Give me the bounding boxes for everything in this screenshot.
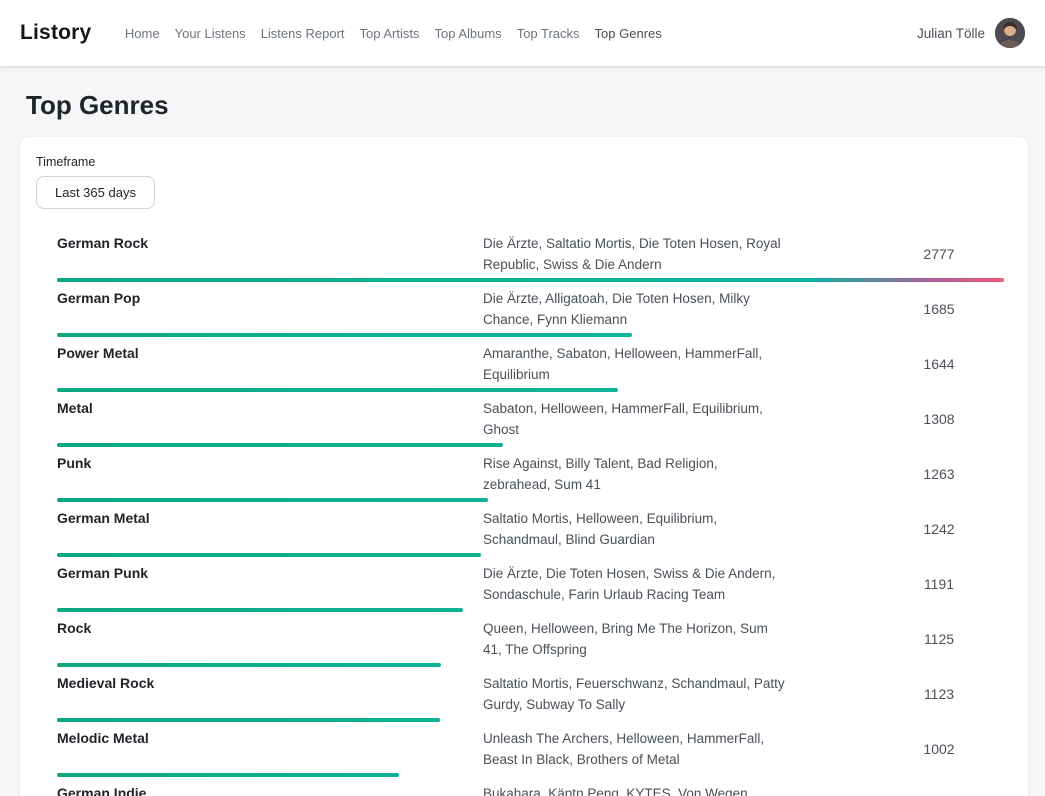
nav-item-top-tracks[interactable]: Top Tracks xyxy=(509,20,587,47)
genre-name: Rock xyxy=(57,617,483,636)
app-logo[interactable]: Listory xyxy=(20,21,91,45)
genre-count: 1685 xyxy=(874,301,1004,317)
genre-count: 1308 xyxy=(874,411,1004,427)
nav-item-top-genres[interactable]: Top Genres xyxy=(587,20,669,47)
genre-artists: Sabaton, Helloween, HammerFall, Equilibr… xyxy=(483,397,786,440)
genre-name: German Indie xyxy=(57,782,483,796)
genre-artists: Die Ärzte, Die Toten Hosen, Swiss & Die … xyxy=(483,562,786,605)
genre-row: Medieval Rock Saltatio Mortis, Feuerschw… xyxy=(57,667,1004,722)
timeframe-value: Last 365 days xyxy=(55,185,136,200)
genre-count: 1123 xyxy=(874,686,1004,702)
genre-row: German Punk Die Ärzte, Die Toten Hosen, … xyxy=(57,557,1004,612)
genre-name: Medieval Rock xyxy=(57,672,483,691)
nav-item-home[interactable]: Home xyxy=(117,20,167,47)
genre-name: Melodic Metal xyxy=(57,727,483,746)
main-nav: Home Your Listens Listens Report Top Art… xyxy=(117,20,669,47)
genre-list: German Rock Die Ärzte, Saltatio Mortis, … xyxy=(57,227,1004,796)
genre-name: German Pop xyxy=(57,287,483,306)
nav-item-top-artists[interactable]: Top Artists xyxy=(352,20,427,47)
nav-item-top-albums[interactable]: Top Albums xyxy=(427,20,509,47)
genre-count: 2777 xyxy=(874,246,1004,262)
genre-count: 1002 xyxy=(874,741,1004,757)
user-avatar-image xyxy=(995,18,1025,48)
navbar: Listory Home Your Listens Listens Report… xyxy=(0,0,1045,66)
genre-row: German Indie Bukahara, Käptn Peng, KYTES… xyxy=(57,777,1004,796)
nav-item-your-listens[interactable]: Your Listens xyxy=(167,20,253,47)
genre-row: Punk Rise Against, Billy Talent, Bad Rel… xyxy=(57,447,1004,502)
genre-name: German Punk xyxy=(57,562,483,581)
genre-name: German Rock xyxy=(57,232,483,251)
genre-count: 1242 xyxy=(874,521,1004,537)
genre-count: 1125 xyxy=(874,631,1004,647)
genre-name: German Metal xyxy=(57,507,483,526)
genre-row: Metal Sabaton, Helloween, HammerFall, Eq… xyxy=(57,392,1004,447)
user-name[interactable]: Julian Tölle xyxy=(917,26,985,41)
user-avatar[interactable] xyxy=(995,18,1025,48)
timeframe-label: Timeframe xyxy=(36,155,1004,169)
genre-artists: Saltatio Mortis, Feuerschwanz, Schandmau… xyxy=(483,672,786,715)
user-area: Julian Tölle xyxy=(917,18,1025,48)
genre-artists: Die Ärzte, Alligatoah, Die Toten Hosen, … xyxy=(483,287,786,330)
genre-artists: Bukahara, Käptn Peng, KYTES, Von Wegen L… xyxy=(483,782,786,796)
top-genres-card: Timeframe Last 365 days German Rock Die … xyxy=(20,137,1028,796)
genre-artists: Queen, Helloween, Bring Me The Horizon, … xyxy=(483,617,786,660)
genre-row: Power Metal Amaranthe, Sabaton, Hellowee… xyxy=(57,337,1004,392)
genre-name: Power Metal xyxy=(57,342,483,361)
timeframe-select[interactable]: Last 365 days xyxy=(36,176,155,209)
main-content: Top Genres Timeframe Last 365 days Germa… xyxy=(0,90,1045,796)
genre-artists: Saltatio Mortis, Helloween, Equilibrium,… xyxy=(483,507,786,550)
genre-count: 1263 xyxy=(874,466,1004,482)
page-title: Top Genres xyxy=(26,90,1028,121)
genre-count: 1191 xyxy=(874,576,1004,592)
genre-row: German Pop Die Ärzte, Alligatoah, Die To… xyxy=(57,282,1004,337)
genre-artists: Amaranthe, Sabaton, Helloween, HammerFal… xyxy=(483,342,786,385)
genre-row: Melodic Metal Unleash The Archers, Hello… xyxy=(57,722,1004,777)
genre-row: Rock Queen, Helloween, Bring Me The Hori… xyxy=(57,612,1004,667)
genre-artists: Die Ärzte, Saltatio Mortis, Die Toten Ho… xyxy=(483,232,786,275)
genre-count: 1644 xyxy=(874,356,1004,372)
nav-item-listens-report[interactable]: Listens Report xyxy=(253,20,352,47)
genre-row: German Metal Saltatio Mortis, Helloween,… xyxy=(57,502,1004,557)
genre-name: Punk xyxy=(57,452,483,471)
genre-row: German Rock Die Ärzte, Saltatio Mortis, … xyxy=(57,227,1004,282)
genre-artists: Rise Against, Billy Talent, Bad Religion… xyxy=(483,452,786,495)
genre-name: Metal xyxy=(57,397,483,416)
genre-artists: Unleash The Archers, Helloween, HammerFa… xyxy=(483,727,786,770)
